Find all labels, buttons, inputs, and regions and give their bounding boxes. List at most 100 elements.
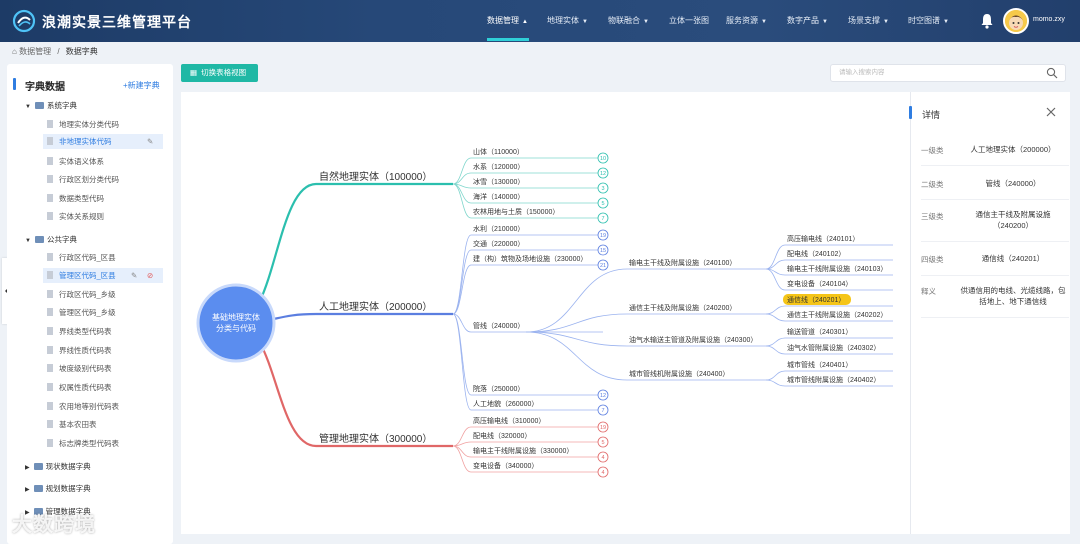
mindmap-level4-node[interactable]: 高压输电线（240101） [787,234,859,243]
detail-key: 四级类 [921,255,944,264]
nav-data-management[interactable]: 数据管理 ▲ [487,0,528,42]
username[interactable]: momo.zxy [1033,16,1065,23]
mindmap-level2-node[interactable]: 变电设备（340000） [473,461,538,470]
mindmap-level4-node[interactable]: 配电线（240102） [787,249,845,258]
edit-icon[interactable]: ✎ [147,134,153,149]
mindmap-level3-node[interactable]: 城市管线机附属设施（240400） [629,369,729,378]
close-icon[interactable] [1045,106,1057,118]
tree-item-label: 坡度级别代码表 [59,364,112,373]
tree-group-label: 公共字典 [46,235,77,244]
mindmap-level2-node[interactable]: 水系（120000） [473,162,524,171]
mindmap-level2-node[interactable]: 山体（110000） [473,147,524,156]
avatar[interactable] [1003,8,1029,34]
tree-item[interactable]: 界线性质代码表 [47,345,112,356]
expand-badge-count: 7 [601,408,604,414]
chevron-down-icon: ▼ [761,19,767,25]
tree-item[interactable]: 界线类型代码表 [47,326,112,337]
dictionary-sidebar: 字典数据 +新建字典 ▼ 系统字典 地理实体分类代码 非地理实体代码 ✎ 实体语义体… [7,64,173,544]
hide-icon[interactable]: ⊘ [147,268,153,283]
nav-label: 地理实体 [547,16,579,25]
nav-service-resources[interactable]: 服务资源 ▼ [726,0,767,42]
tree-group-system[interactable]: ▼ 系统字典 [25,100,77,111]
mindmap-root-node[interactable] [196,283,276,363]
detail-panel: 详情 一级类 人工地理实体（200000） 二级类 管线（240000） 三级类 通信… [909,92,1070,534]
tree-item[interactable]: 数据类型代码 [47,193,104,204]
nav-spatiotemporal-graph[interactable]: 时空图谱 ▼ [908,0,949,42]
mindmap[interactable]: 自然地理实体（100000） 人工地理实体（200000） 管理地理实体（30000… [181,92,910,534]
mindmap-level2-node[interactable]: 海洋（140000） [473,192,524,201]
mindmap-level4-node[interactable]: 油气水管附属设施（240302） [787,343,880,352]
mindmap-root-label[interactable]: 基础地理实体 [212,312,260,322]
detail-key: 三级类 [921,212,944,221]
mindmap-level4-node[interactable]: 通信主干线附属设施（240202） [787,310,887,319]
mindmap-level2-node[interactable]: 冰雪（130000） [473,177,524,186]
nav-iot-fusion[interactable]: 物联融合 ▼ [608,0,649,42]
mindmap-level2-node[interactable]: 交通（220000） [473,239,524,248]
nav-scene-support[interactable]: 场景支撑 ▼ [848,0,889,42]
tree-group-planning[interactable]: ▶ 规划数据字典 [25,483,91,494]
tree-item[interactable]: 基本农田表 [47,419,97,430]
nav-geo-entity[interactable]: 地理实体 ▼ [547,0,588,42]
mindmap-level3-node[interactable]: 输电主干线及附属设施（240100） [629,258,736,267]
tree-item[interactable]: 地理实体分类代码 [47,119,119,130]
mindmap-level4-node[interactable]: 通信线（240201） [787,295,845,304]
mindmap-level2-node[interactable]: 人工地貌（260000） [473,399,538,408]
mindmap-level3-node[interactable]: 油气水输送主管道及附属设施（240300） [629,335,757,344]
mindmap-level1-node[interactable]: 人工地理实体（200000） [319,300,432,313]
mindmap-level2-node[interactable]: 水利（210000） [473,224,524,233]
tree-item[interactable]: 行政区代码_乡级 [47,289,116,300]
tree-item-label: 标志牌类型代码表 [59,439,119,448]
mindmap-level4-node[interactable]: 输送管道（240301） [787,327,852,336]
mindmap-level2-node[interactable]: 配电线（320000） [473,431,531,440]
sidebar-title: 字典数据 [25,82,65,93]
home-icon[interactable]: ⌂ [12,47,17,56]
mindmap-branch-line [452,445,472,458]
tree-item-selected[interactable]: 非地理实体代码 ✎ [43,134,163,149]
mindmap-branch-line [765,379,786,387]
tree-item[interactable]: 权属性质代码表 [47,382,112,393]
tree-group-current[interactable]: ▶ 现状数据字典 [25,461,91,472]
mindmap-level4-node[interactable]: 城市管线附属设施（240402） [787,375,880,384]
mindmap-level2-node[interactable]: 院落（250000） [473,384,524,393]
detail-value: 通信主干线及附属设施（240200） [975,210,1051,230]
mindmap-level4-node[interactable]: 变电设备（240104） [787,279,852,288]
nav-digital-products[interactable]: 数字产品 ▼ [787,0,828,42]
mindmap-root-label[interactable]: 分类与代码 [216,323,256,333]
expand-arrow-icon: ▼ [25,104,31,110]
switch-table-view-button[interactable]: ▦ 切换表格视图 [181,64,258,82]
mindmap-level1-node[interactable]: 管理地理实体（300000） [319,432,432,445]
mindmap-level2-node[interactable]: 管线（240000） [473,321,524,330]
expand-badge-count: 5 [601,201,604,207]
tree-item[interactable]: 农用地等别代码表 [47,401,119,412]
nav-3d-map[interactable]: 立体一张图 [669,0,709,42]
tree-item[interactable]: 实体关系规则 [47,211,104,222]
mindmap-level2-node[interactable]: 高压输电线（310000） [473,416,545,425]
mindmap-level2-node[interactable]: 农林用地与土质（150000） [473,207,559,216]
tree-item-label: 农用地等别代码表 [59,402,119,411]
expand-badge-count: 7 [601,216,604,222]
breadcrumb-root[interactable]: 数据管理 [19,47,51,56]
bell-icon[interactable] [980,13,994,29]
tree-item[interactable]: 实体语义体系 [47,156,104,167]
mindmap-level4-node[interactable]: 输电主干线附属设施（240103） [787,264,887,273]
mindmap-branch-line [765,244,786,270]
tree-item[interactable]: 坡度级别代码表 [47,363,112,374]
tree-item[interactable]: 管理区代码_乡级 [47,307,116,318]
tree-item-label: 行政区代码_乡级 [59,290,116,299]
detail-value: 通信线（240201） [981,254,1045,263]
new-dictionary-button[interactable]: +新建字典 [123,80,160,91]
tree-item[interactable]: 行政区代码_区县 [47,252,116,263]
tree-group-label: 规划数据字典 [45,484,91,493]
search-icon[interactable] [1046,67,1058,79]
mindmap-level1-node[interactable]: 自然地理实体（100000） [319,170,432,183]
search-input[interactable]: 请输入搜索内容 [830,64,1066,82]
tree-item[interactable]: 标志牌类型代码表 [47,438,119,449]
edit-icon[interactable]: ✎ [131,268,137,283]
mindmap-level2-node[interactable]: 输电主干线附属设施（330000） [473,446,573,455]
tree-item-selected[interactable]: 管理区代码_区县 ✎ ⊘ [43,268,163,283]
mindmap-level4-node[interactable]: 城市管线（240401） [787,360,852,369]
mindmap-level3-node[interactable]: 通信主干线及附属设施（240200） [629,303,736,312]
tree-item[interactable]: 行政区划分类代码 [47,174,119,185]
tree-group-public[interactable]: ▼ 公共字典 [25,234,77,245]
mindmap-level2-node[interactable]: 建（构）筑物及场地设施（230000） [473,254,587,263]
